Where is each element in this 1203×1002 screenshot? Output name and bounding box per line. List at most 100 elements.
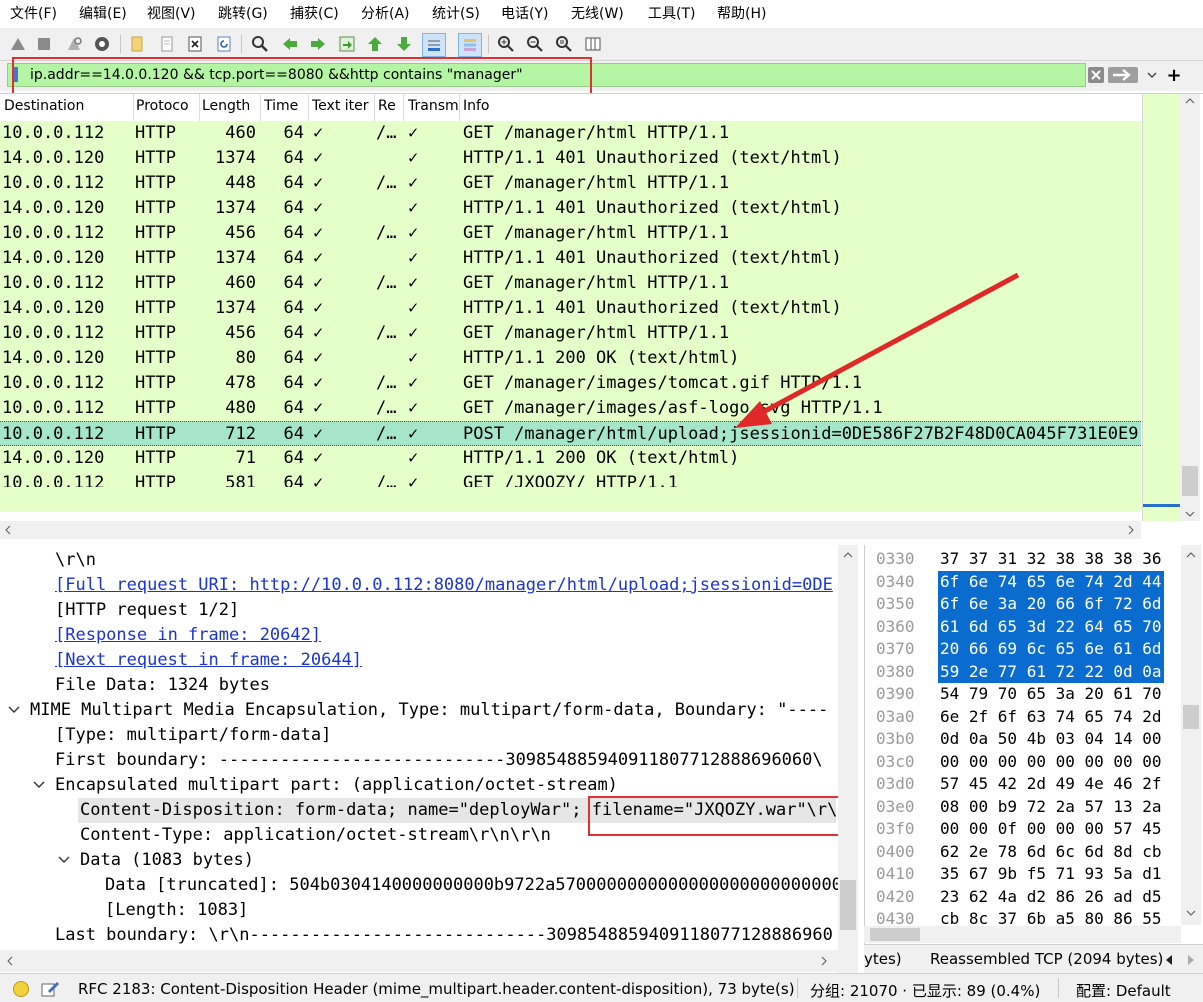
menu-go[interactable]: 跳转(G) (218, 0, 268, 28)
menu-wireless[interactable]: 无线(W) (571, 0, 624, 28)
hex-bytes-selected[interactable]: 6f 6e 3a 20 66 6f 72 6d (938, 593, 1164, 616)
detail-tree-item[interactable]: [Next request in frame: 20644] (55, 648, 362, 673)
save-file-icon[interactable] (156, 33, 178, 55)
menu-analyze[interactable]: 分析(A) (361, 0, 410, 28)
stop-icon[interactable] (33, 33, 55, 55)
add-filter-button-plus-icon[interactable]: + (1166, 64, 1182, 86)
edit-comment-icon[interactable] (40, 979, 60, 999)
go-to-packet-icon[interactable] (336, 33, 358, 55)
colorize-icon[interactable] (458, 33, 482, 57)
detail-tree-item[interactable]: [Type: multipart/form-data] (55, 723, 331, 748)
hex-bytes[interactable]: 35 67 9b f5 71 93 5a d1 (938, 863, 1164, 886)
table-row[interactable]: 10.0.0.112 HTTP 448 64 ✓ /… ✓ GET /manager/html… (0, 171, 1141, 196)
apply-filter-icon[interactable] (1107, 64, 1139, 86)
menu-tools[interactable]: 工具(T) (648, 0, 695, 28)
column-header-protocol[interactable]: Protoco (136, 98, 199, 114)
detail-tree-item[interactable]: Data [truncated]: 504b0304140000000000b9… (105, 873, 842, 898)
hex-bytes-selected[interactable]: 59 2e 77 61 72 22 0d 0a (938, 660, 1164, 683)
table-row[interactable]: 10.0.0.112 HTTP 460 64 ✓ /… ✓ GET /manager/html… (0, 271, 1141, 296)
menu-edit[interactable]: 编辑(E) (79, 0, 127, 28)
bytes-scroll-thumb[interactable] (1183, 705, 1199, 729)
table-row[interactable]: 14.0.0.120 HTTP 1374 64 ✓ ✓ HTTP/1.1 401 Unaut… (0, 296, 1141, 321)
table-row[interactable]: 10.0.0.112 HTTP 478 64 ✓ /… ✓ GET /manager/imag… (0, 371, 1141, 396)
reload-icon[interactable] (213, 33, 235, 55)
status-profile[interactable]: 配置: Default (1076, 980, 1171, 1001)
hex-bytes[interactable]: 23 62 4a d2 86 26 ad d5 (938, 886, 1164, 909)
detail-tree-item[interactable]: Content-Type: application/octet-stream\r… (80, 823, 551, 848)
packet-minimap[interactable] (1142, 94, 1181, 521)
table-row-selected[interactable]: 10.0.0.112 HTTP 712 64 ✓ /… ✓ POST /manager/htm… (0, 421, 1141, 446)
table-row[interactable]: 10.0.0.112 HTTP 480 64 ✓ /… ✓ GET /manager/imag… (0, 396, 1141, 421)
tree-expand-chevron-icon[interactable] (33, 779, 45, 794)
detail-tree-item[interactable]: File Data: 1324 bytes (55, 673, 270, 698)
column-header-time[interactable]: Time (264, 98, 306, 114)
hex-bytes[interactable]: 00 00 00 00 00 00 00 00 (938, 751, 1164, 774)
menu-help[interactable]: 帮助(H) (717, 0, 766, 28)
tab-frame-bytes[interactable]: ytes) (864, 950, 902, 968)
capture-options-icon[interactable] (91, 33, 113, 55)
detail-tree-item[interactable]: Data (1083 bytes) (80, 848, 254, 873)
detail-tree-item[interactable]: [Full request URI: http://10.0.0.112:808… (55, 573, 833, 598)
close-file-icon[interactable] (184, 33, 206, 55)
detail-tree-item[interactable]: Last boundary: \r\n---------------------… (55, 923, 833, 948)
table-row[interactable]: 10.0.0.112 HTTP 456 64 ✓ /… ✓ GET /manager/html… (0, 321, 1141, 346)
menu-telephony[interactable]: 电话(Y) (501, 0, 548, 28)
column-header-transmit[interactable]: Transm (408, 98, 458, 114)
restart-icon[interactable] (63, 33, 85, 55)
hex-bytes-selected[interactable]: 61 6d 65 3d 22 64 65 70 (938, 615, 1164, 638)
detail-tree-item[interactable]: [Response in frame: 20642] (55, 623, 321, 648)
table-row[interactable]: 14.0.0.120 HTTP 1374 64 ✓ ✓ HTTP/1.1 401 Unaut… (0, 196, 1141, 221)
table-row[interactable]: 14.0.0.120 HTTP 1374 64 ✓ ✓ HTTP/1.1 401 Unaut… (0, 246, 1141, 271)
detail-tree-item[interactable]: [Length: 1083] (105, 898, 248, 923)
column-header-request[interactable]: Re (378, 98, 402, 114)
column-header-length[interactable]: Length (202, 98, 258, 114)
packet-list-vertical-scrollbar[interactable] (1180, 94, 1200, 521)
tabs-scroll-right-icon[interactable] (1186, 954, 1196, 966)
autoscroll-icon[interactable] (422, 33, 446, 57)
tabs-scroll-left-icon[interactable] (1164, 954, 1174, 966)
clear-filter-icon[interactable] (1086, 64, 1106, 86)
tree-expand-chevron-icon[interactable] (8, 704, 20, 719)
packet-list-scroll-thumb[interactable] (1182, 466, 1198, 496)
hex-bytes-selected[interactable]: 20 66 69 6c 65 6e 61 6d (938, 638, 1164, 661)
tab-reassembled-tcp[interactable]: Reassembled TCP (2094 bytes) (930, 950, 1163, 968)
table-row[interactable]: 10.0.0.112 HTTP 460 64 ✓ /… ✓ GET /manager/html… (0, 121, 1141, 146)
hex-bytes[interactable]: 0d 0a 50 4b 03 04 14 00 (938, 728, 1164, 751)
menu-file[interactable]: 文件(F) (10, 0, 57, 28)
resize-columns-icon[interactable] (582, 33, 604, 55)
hex-bytes[interactable]: 00 00 0f 00 00 00 57 45 (938, 818, 1164, 841)
shark-fin-start-icon[interactable] (7, 33, 29, 55)
table-row[interactable]: 14.0.0.120 HTTP 1374 64 ✓ ✓ HTTP/1.1 401 Unaut… (0, 146, 1141, 171)
packet-list-horizontal-scrollbar[interactable] (0, 521, 1141, 539)
bytes-horizontal-scrollbar[interactable] (864, 926, 1181, 943)
details-horizontal-scrollbar[interactable] (0, 950, 838, 972)
find-packet-icon[interactable] (249, 33, 271, 55)
menu-statistics[interactable]: 统计(S) (432, 0, 480, 28)
expert-info-icon[interactable] (12, 980, 30, 998)
detail-tree-item[interactable]: \r\n (55, 548, 96, 573)
detail-tree-item[interactable]: Encapsulated multipart part: (applicatio… (55, 773, 618, 798)
column-header-destination[interactable]: Destination (4, 98, 132, 114)
menu-capture[interactable]: 捕获(C) (290, 0, 339, 28)
detail-tree-item[interactable]: [HTTP request 1/2] (55, 598, 239, 623)
zoom-out-icon[interactable] (524, 33, 546, 55)
hex-bytes[interactable]: 08 00 b9 72 2a 57 13 2a (938, 796, 1164, 819)
hex-bytes-selected[interactable]: 6f 6e 74 65 6e 74 2d 44 (938, 570, 1164, 593)
details-scroll-thumb[interactable] (840, 880, 856, 930)
hex-bytes[interactable]: 62 2e 78 6d 6c 6d 8d cb (938, 841, 1164, 864)
filter-history-chevron-down-icon[interactable] (1144, 64, 1160, 86)
bytes-vertical-scrollbar[interactable] (1181, 545, 1201, 925)
column-header-info[interactable]: Info (463, 98, 523, 114)
column-header-text-item[interactable]: Text iter (312, 98, 372, 114)
go-forward-icon[interactable] (307, 33, 329, 55)
table-row[interactable]: 14.0.0.120 HTTP 71 64 ✓ ✓ HTTP/1.1 200 OK (tex… (0, 446, 1141, 471)
first-packet-icon[interactable] (364, 33, 386, 55)
tree-expand-chevron-icon[interactable] (58, 854, 70, 869)
menu-view[interactable]: 视图(V) (147, 0, 196, 28)
detail-tree-item[interactable]: MIME Multipart Media Encapsulation, Type… (30, 698, 828, 723)
hex-bytes[interactable]: 54 79 70 65 3a 20 61 70 (938, 683, 1164, 706)
hex-bytes[interactable]: 6e 2f 6f 63 74 65 74 2d (938, 706, 1164, 729)
open-file-icon[interactable] (126, 33, 148, 55)
last-packet-icon[interactable] (393, 33, 415, 55)
hex-bytes[interactable]: 57 45 42 2d 49 4e 46 2f (938, 773, 1164, 796)
